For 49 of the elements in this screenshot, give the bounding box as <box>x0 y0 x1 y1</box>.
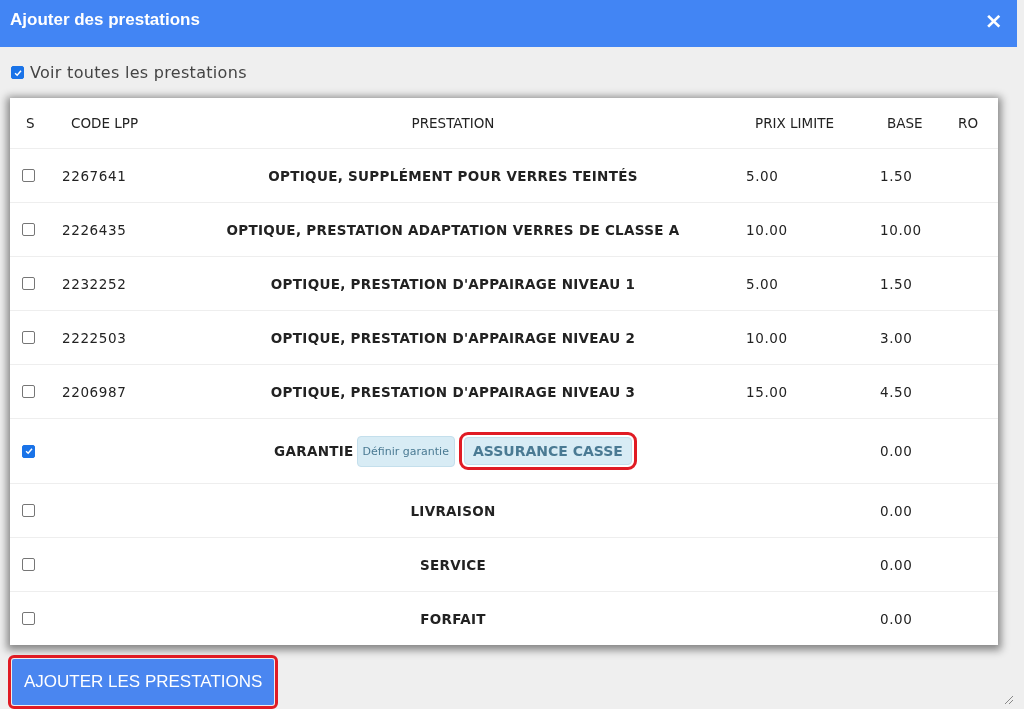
table-cell: 3.00 <box>880 329 913 346</box>
option-button[interactable]: Définir garantie <box>356 435 455 467</box>
table-cell: 15.00 <box>746 383 788 400</box>
table-cell: 10.00 <box>746 221 788 238</box>
checkbox[interactable] <box>22 612 35 625</box>
table-cell: OPTIQUE, PRESTATION D'APPAIRAGE NIVEAU 2 <box>270 329 636 346</box>
checkbox[interactable] <box>22 444 35 458</box>
table-cell: 2222503 <box>62 329 127 346</box>
table-cell: 0.00 <box>880 502 913 519</box>
table-cell: SERVICE <box>419 556 486 573</box>
table-cell: 5.00 <box>746 167 779 184</box>
checkbox[interactable] <box>22 331 35 344</box>
table-cell: 2232252 <box>62 275 127 292</box>
table-cell: FORFAIT <box>420 610 486 627</box>
column-header: CODE LPP <box>70 115 140 131</box>
table-cell: 1.50 <box>880 275 913 292</box>
checkbox[interactable] <box>22 385 35 398</box>
table-cell: GARANTIE <box>274 443 354 459</box>
checkbox[interactable] <box>22 277 35 290</box>
column-header: S <box>25 115 36 131</box>
column-header: RO <box>957 115 979 131</box>
table-cell: OPTIQUE, PRESTATION D'APPAIRAGE NIVEAU 1 <box>270 275 636 292</box>
table-cell: 1.50 <box>880 167 913 184</box>
table-cell: 2226435 <box>62 221 127 238</box>
table-cell: 10.00 <box>880 221 922 238</box>
table-cell: 10.00 <box>746 329 788 346</box>
column-header: PRIX LIMITE <box>754 115 835 131</box>
table-cell: 0.00 <box>880 556 913 573</box>
table-cell: OPTIQUE, SUPPLÉMENT POUR VERRES TEINTÉS <box>268 167 638 184</box>
table-cell: 0.00 <box>880 443 913 459</box>
table-cell: 2206987 <box>62 383 127 400</box>
table-cell: LIVRAISON <box>410 502 496 519</box>
table-cell: 4.50 <box>880 383 913 400</box>
checkbox[interactable] <box>22 558 35 571</box>
checkbox[interactable] <box>22 504 35 517</box>
close-button[interactable]: × <box>982 10 1005 32</box>
resize-grip-icon[interactable] <box>1002 693 1014 705</box>
column-header: BASE <box>886 115 924 131</box>
checkbox[interactable] <box>22 223 35 236</box>
table-cell: OPTIQUE, PRESTATION D'APPAIRAGE NIVEAU 3 <box>270 383 636 400</box>
table-cell: 0.00 <box>880 610 913 627</box>
table-cell: OPTIQUE, PRESTATION ADAPTATION VERRES DE CLASSE A <box>226 221 680 238</box>
checkbox[interactable] <box>22 169 35 182</box>
checkbox-label: Voir toutes les prestations <box>30 63 247 82</box>
table-cell: 5.00 <box>746 275 779 292</box>
checkbox[interactable] <box>11 66 24 79</box>
table-cell: 2267641 <box>62 167 127 184</box>
column-header: PRESTATION <box>410 115 496 131</box>
dialog-title: Ajouter des prestations <box>10 10 200 30</box>
